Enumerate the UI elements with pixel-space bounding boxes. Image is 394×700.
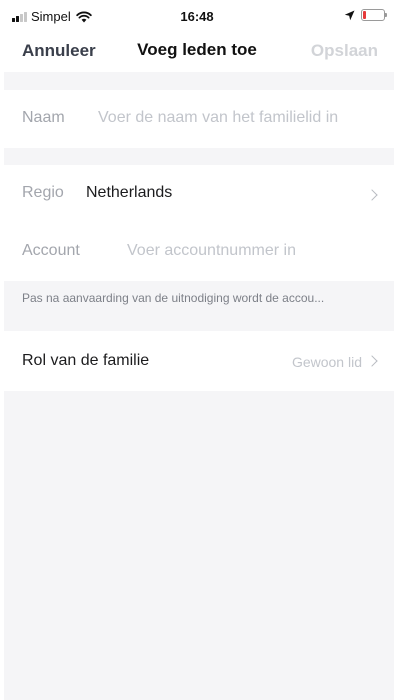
account-row[interactable]: Account Voer accountnummer in: [4, 223, 394, 281]
status-bar: Simpel 16:48: [0, 0, 394, 36]
region-row[interactable]: Regio Netherlands: [4, 165, 394, 223]
chevron-right-icon: [366, 355, 378, 367]
name-label: Naam: [22, 109, 65, 126]
account-input[interactable]: Voer accountnummer in: [127, 242, 296, 260]
region-value: Netherlands: [86, 184, 173, 201]
form-screen: Naam Voer de naam van het familielid in …: [4, 72, 394, 700]
status-time: 16:48: [180, 9, 214, 24]
chevron-right-icon: [366, 189, 378, 201]
save-button[interactable]: Opslaan: [311, 41, 378, 61]
family-role-label: Rol van de familie: [22, 352, 150, 369]
battery-icon: [361, 9, 387, 21]
status-right: [344, 9, 387, 21]
family-role-value: Gewoon lid: [291, 354, 362, 370]
invitation-hint: Pas na aanvaarding van de uitnodiging wo…: [22, 291, 325, 305]
family-role-row[interactable]: Rol van de familie Gewoon lid: [4, 331, 394, 391]
cancel-button[interactable]: Annuleer: [22, 41, 96, 61]
location-arrow-icon: [344, 10, 355, 20]
account-label: Account: [22, 242, 80, 259]
name-row[interactable]: Naam Voer de naam van het familielid in: [4, 90, 394, 148]
battery-level: [363, 11, 366, 19]
navigation-bar: Annuleer Voeg leden toe Opslaan: [0, 36, 394, 72]
region-label: Regio: [22, 184, 64, 201]
name-input[interactable]: Voer de naam van het familielid in: [98, 109, 338, 127]
